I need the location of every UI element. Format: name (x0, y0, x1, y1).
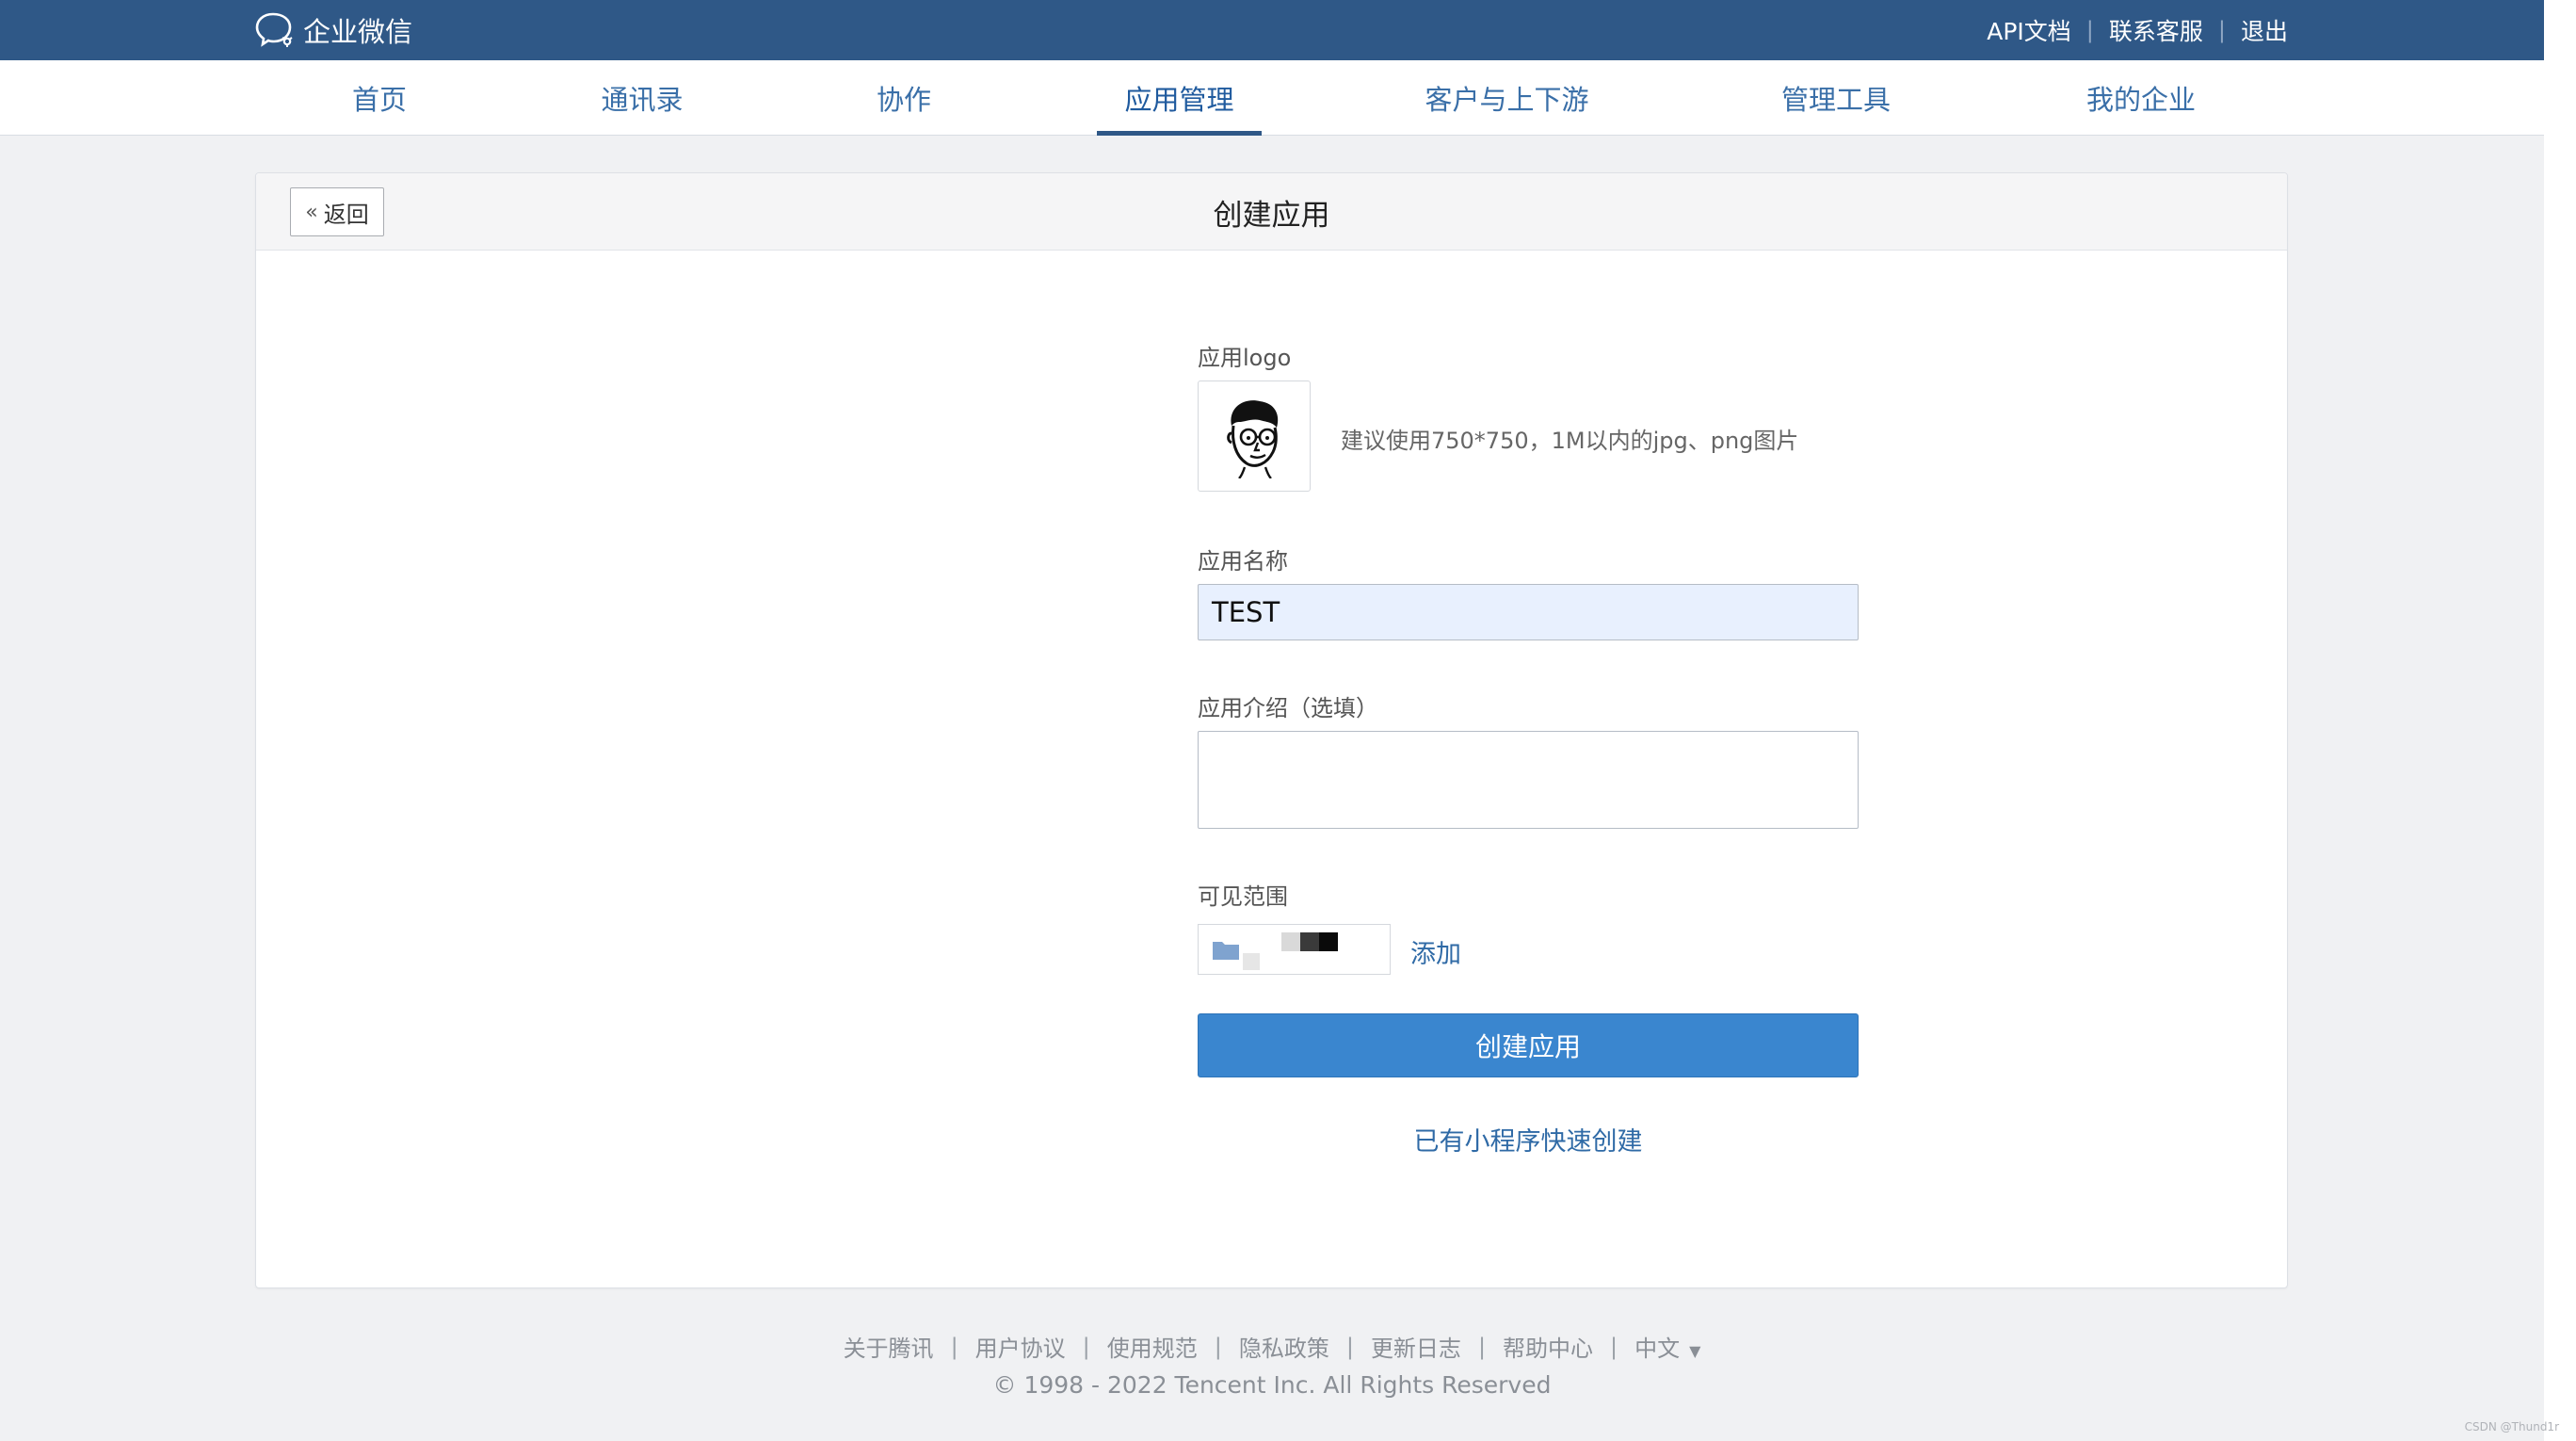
footer-links: 关于腾讯 | 用户协议 | 使用规范 | 隐私政策 | 更新日志 | 帮助中心 … (0, 1330, 2544, 1363)
separator: | (2217, 17, 2226, 43)
nav-item-collaboration[interactable]: 协作 (862, 60, 945, 136)
separator: | (2085, 17, 2094, 43)
nav-item-customers[interactable]: 客户与上下游 (1420, 60, 1594, 136)
avatar-icon (1227, 400, 1279, 478)
nav-item-app-management[interactable]: 应用管理 (1097, 60, 1262, 136)
footer-link-about[interactable]: 关于腾讯 (844, 1330, 934, 1363)
contact-support-link[interactable]: 联系客服 (2109, 13, 2203, 47)
language-label: 中文 (1634, 1336, 1681, 1362)
watermark: CSDN @Thund1r (2464, 1420, 2559, 1433)
brand-name: 企业微信 (303, 16, 413, 48)
nav-item-my-company[interactable]: 我的企业 (2077, 60, 2205, 136)
caret-down-icon: ▼ (1689, 1342, 1701, 1360)
language-selector[interactable]: 中文 ▼ (1634, 1330, 1700, 1363)
card-header: « 返回 创建应用 (256, 173, 2287, 251)
logout-link[interactable]: 退出 (2241, 13, 2288, 47)
footer-link-help-center[interactable]: 帮助中心 (1503, 1330, 1593, 1363)
obscured-name-block (1300, 932, 1319, 951)
window-scrollbar[interactable] (2544, 0, 2576, 1441)
top-links: API文档 | 联系客服 | 退出 (1987, 0, 2288, 60)
nav-item-management-tools[interactable]: 管理工具 (1772, 60, 1900, 136)
footer-link-usage-policy[interactable]: 使用规范 (1107, 1330, 1198, 1363)
separator: | (1214, 1333, 1222, 1360)
visibility-scope-chip[interactable] (1198, 924, 1391, 975)
obscured-name-block (1281, 932, 1300, 951)
mini-program-create-link[interactable]: 已有小程序快速创建 (1198, 1121, 1859, 1158)
footer-link-user-agreement[interactable]: 用户协议 (975, 1330, 1066, 1363)
api-docs-link[interactable]: API文档 (1987, 13, 2071, 47)
wework-logo-icon (255, 12, 293, 47)
create-app-card: « 返回 创建应用 应用logo 建议使用750*750，1M以内的jpg、pn… (255, 172, 2288, 1288)
nav-item-home[interactable]: 首页 (339, 60, 420, 136)
separator: | (1477, 1333, 1487, 1360)
separator: | (1082, 1333, 1090, 1360)
footer-link-privacy[interactable]: 隐私政策 (1239, 1330, 1329, 1363)
add-visibility-link[interactable]: 添加 (1410, 933, 1461, 970)
nav-item-contacts[interactable]: 通讯录 (591, 60, 693, 136)
footer-link-changelog[interactable]: 更新日志 (1371, 1330, 1461, 1363)
app-name-input[interactable]: TEST (1198, 584, 1859, 640)
main-nav: 首页 通讯录 协作 应用管理 客户与上下游 管理工具 我的企业 (0, 60, 2544, 136)
logo-label: 应用logo (1198, 345, 1292, 371)
folder-icon (1213, 942, 1239, 960)
logo-hint: 建议使用750*750，1M以内的jpg、png图片 (1341, 428, 1799, 454)
separator: | (1345, 1333, 1354, 1360)
separator: | (1610, 1333, 1618, 1360)
create-app-button[interactable]: 创建应用 (1198, 1013, 1859, 1077)
page-title: 创建应用 (1213, 198, 1330, 233)
visibility-label: 可见范围 (1198, 883, 1288, 910)
top-bar: 企业微信 API文档 | 联系客服 | 退出 (0, 0, 2544, 60)
logo-upload[interactable] (1198, 380, 1311, 492)
obscured-name-block (1243, 953, 1260, 970)
name-label: 应用名称 (1198, 548, 1288, 575)
copyright: © 1998 - 2022 Tencent Inc. All Rights Re… (992, 1371, 1552, 1399)
obscured-name-block (1319, 932, 1338, 951)
description-label: 应用介绍（选填） (1198, 695, 1378, 721)
separator: | (950, 1333, 958, 1360)
app-description-textarea[interactable] (1198, 731, 1859, 829)
brand[interactable]: 企业微信 (254, 9, 412, 51)
